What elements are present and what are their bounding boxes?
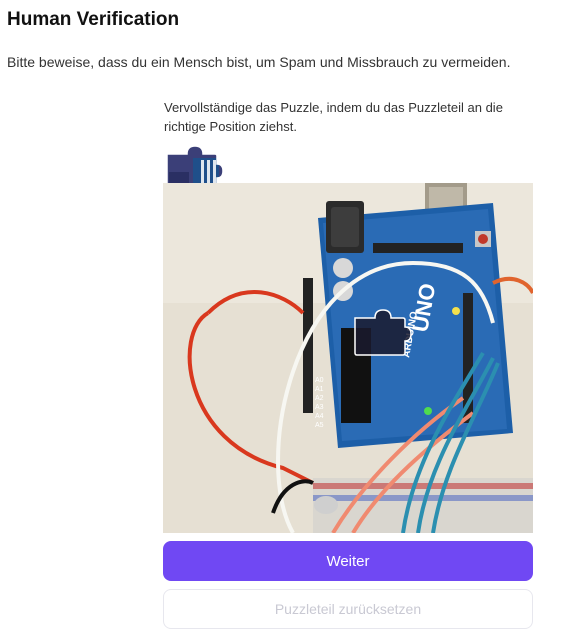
pin-label: A3: [315, 404, 324, 411]
pin-label: A1: [315, 386, 324, 393]
puzzle-image: UNO ARDUINO A0 A1 A2 A3 A4 A5: [163, 183, 533, 533]
continue-button[interactable]: Weiter: [163, 541, 533, 581]
pin-label: A5: [315, 422, 324, 429]
puzzle-instructions: Vervollständige das Puzzle, indem du das…: [164, 100, 503, 134]
reset-piece-button[interactable]: Puzzleteil zurücksetzen: [163, 589, 533, 629]
pin-label: A4: [315, 413, 324, 420]
page-title: Human Verification: [7, 9, 180, 30]
page-subtitle: Bitte beweise, dass du ein Mensch bist, …: [7, 54, 511, 70]
pin-label: A2: [315, 395, 324, 402]
pin-label: A0: [315, 377, 324, 384]
